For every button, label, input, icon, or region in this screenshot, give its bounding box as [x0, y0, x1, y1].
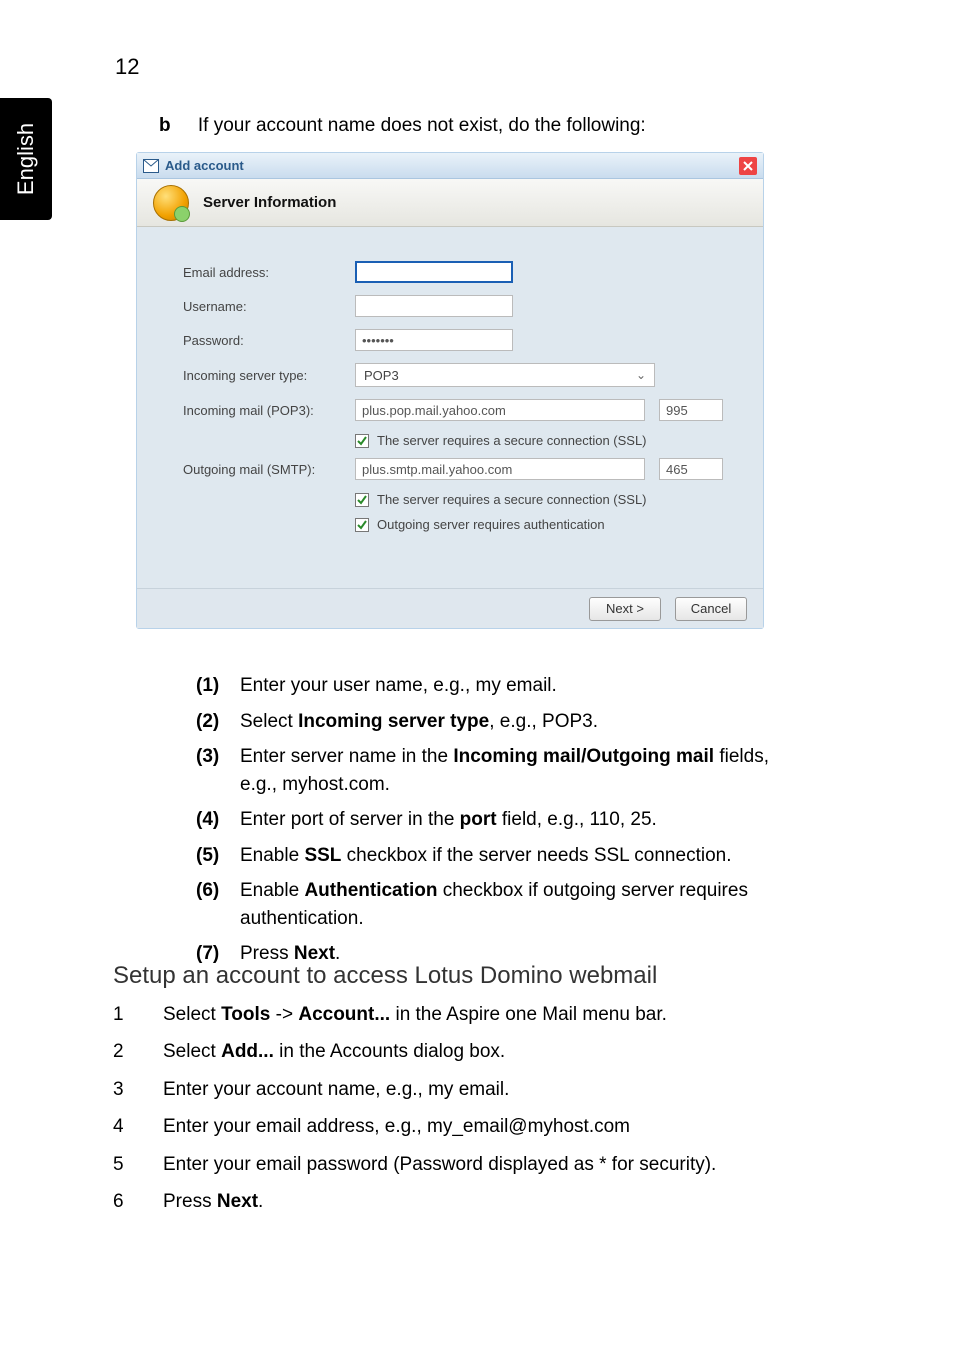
step-number: (1)	[196, 672, 240, 700]
outgoing-auth-checkbox[interactable]: Outgoing server requires authentication	[355, 517, 733, 532]
section-banner: Server Information	[137, 179, 763, 227]
next-button[interactable]: Next >	[589, 597, 661, 621]
dialog-title: Add account	[165, 158, 244, 173]
language-tab: English	[0, 98, 52, 220]
list-item: 6Press Next.	[113, 1187, 803, 1216]
step-text: Select Tools -> Account... in the Aspire…	[163, 1000, 667, 1029]
step-number: (3)	[196, 743, 240, 798]
step-number: 5	[113, 1150, 163, 1179]
step-number: 4	[113, 1112, 163, 1141]
step-text: Enter server name in the Incoming mail/O…	[240, 743, 776, 798]
step-text: Enter your email password (Password disp…	[163, 1150, 716, 1179]
step-text: Enter your email address, e.g., my_email…	[163, 1112, 630, 1141]
step-text: Press Next.	[163, 1187, 263, 1216]
step-text: Select Incoming server type, e.g., POP3.	[240, 708, 598, 736]
incoming-ssl-label: The server requires a secure connection …	[377, 433, 647, 448]
incoming-ssl-checkbox[interactable]: The server requires a secure connection …	[355, 433, 733, 448]
step-number: (4)	[196, 806, 240, 834]
label-incoming-type: Incoming server type:	[183, 368, 355, 383]
section-heading: Setup an account to access Lotus Domino …	[113, 962, 657, 990]
step-text: Enter your account name, e.g., my email.	[163, 1075, 509, 1104]
list-item: 5Enter your email password (Password dis…	[113, 1150, 803, 1179]
list-item: (2)Select Incoming server type, e.g., PO…	[196, 708, 776, 736]
step-number: 6	[113, 1187, 163, 1216]
checkbox-icon	[355, 434, 369, 448]
page-number: 12	[115, 54, 139, 80]
label-password: Password:	[183, 333, 355, 348]
intro-marker: b	[159, 115, 171, 136]
step-text: Enter port of server in the port field, …	[240, 806, 657, 834]
label-username: Username:	[183, 299, 355, 314]
account-icon	[153, 185, 189, 221]
intro-text: If your account name does not exist, do …	[198, 115, 646, 136]
label-outgoing-mail: Outgoing mail (SMTP):	[183, 462, 355, 477]
label-incoming-mail: Incoming mail (POP3):	[183, 403, 355, 418]
password-field[interactable]	[355, 329, 513, 351]
step-text: Enter your user name, e.g., my email.	[240, 672, 557, 700]
step-number: 3	[113, 1075, 163, 1104]
list-item: 1Select Tools -> Account... in the Aspir…	[113, 1000, 803, 1029]
step-text: Select Add... in the Accounts dialog box…	[163, 1037, 505, 1066]
step-number: 2	[113, 1037, 163, 1066]
mail-icon	[143, 159, 159, 173]
chevron-down-icon: ⌄	[636, 368, 646, 382]
list-item: (1)Enter your user name, e.g., my email.	[196, 672, 776, 700]
step-number: (2)	[196, 708, 240, 736]
button-bar: Next > Cancel	[137, 588, 763, 628]
label-email: Email address:	[183, 265, 355, 280]
step-text: Enable Authentication checkbox if outgoi…	[240, 877, 776, 932]
list-item: (3)Enter server name in the Incoming mai…	[196, 743, 776, 798]
outer-steps-list: 1Select Tools -> Account... in the Aspir…	[113, 1000, 803, 1225]
outgoing-ssl-label: The server requires a secure connection …	[377, 492, 647, 507]
add-account-dialog: Add account Server Information Email add…	[136, 152, 764, 629]
checkbox-icon	[355, 518, 369, 532]
language-label: English	[13, 123, 39, 195]
list-item: 3Enter your account name, e.g., my email…	[113, 1075, 803, 1104]
step-number: 1	[113, 1000, 163, 1029]
outgoing-mail-host-field[interactable]	[355, 458, 645, 480]
outgoing-auth-label: Outgoing server requires authentication	[377, 517, 605, 532]
step-number: (6)	[196, 877, 240, 932]
intro-line: b If your account name does not exist, d…	[159, 115, 646, 137]
list-item: (4)Enter port of server in the port fiel…	[196, 806, 776, 834]
list-item: (6)Enable Authentication checkbox if out…	[196, 877, 776, 932]
form-area: Email address: Username: Password: Incom…	[137, 227, 763, 588]
section-title: Server Information	[203, 194, 336, 211]
incoming-type-value: POP3	[364, 368, 399, 383]
list-item: (5)Enable SSL checkbox if the server nee…	[196, 842, 776, 870]
incoming-mail-host-field[interactable]	[355, 399, 645, 421]
step-number: (5)	[196, 842, 240, 870]
outgoing-mail-port-field[interactable]	[659, 458, 723, 480]
outgoing-ssl-checkbox[interactable]: The server requires a secure connection …	[355, 492, 733, 507]
incoming-type-select[interactable]: POP3 ⌄	[355, 363, 655, 387]
inner-steps-list: (1)Enter your user name, e.g., my email.…	[196, 672, 776, 976]
cancel-button[interactable]: Cancel	[675, 597, 747, 621]
checkbox-icon	[355, 493, 369, 507]
titlebar: Add account	[137, 153, 763, 179]
username-field[interactable]	[355, 295, 513, 317]
list-item: 4Enter your email address, e.g., my_emai…	[113, 1112, 803, 1141]
list-item: 2Select Add... in the Accounts dialog bo…	[113, 1037, 803, 1066]
incoming-mail-port-field[interactable]	[659, 399, 723, 421]
email-field[interactable]	[355, 261, 513, 283]
close-icon[interactable]	[739, 157, 757, 175]
step-text: Enable SSL checkbox if the server needs …	[240, 842, 731, 870]
